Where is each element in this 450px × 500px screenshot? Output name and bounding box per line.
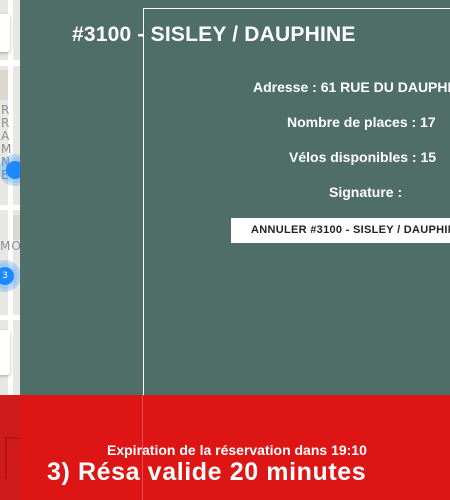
map-strip-overlay (0, 395, 20, 500)
map-zoom-control[interactable] (0, 330, 10, 375)
map-block (13, 215, 20, 240)
cluster-marker-count: 3 (0, 267, 14, 285)
map-road (0, 315, 20, 320)
signature-label: Signature : (329, 184, 403, 200)
cluster-marker-core (6, 161, 20, 179)
tutorial-caption: 3) Résa valide 20 minutes (47, 458, 367, 486)
station-title: #3100 - SISLEY / DAUPHINE (72, 23, 356, 46)
map-marker-overlay (5, 437, 19, 479)
cancel-reservation-button[interactable]: ANNULER #3100 - SISLEY / DAUPHINE (231, 218, 450, 243)
station-address: Adresse : 61 RUE DU DAUPHINE (253, 79, 450, 95)
map-zoom-control[interactable] (0, 14, 10, 52)
reservation-expiration-text: Expiration de la réservation dans 19:10 (107, 442, 367, 458)
map-block (0, 70, 8, 100)
map-district-label: MO (0, 239, 20, 253)
station-bikes-available: Vélos disponibles : 15 (289, 149, 437, 165)
reservation-banner: Expiration de la réservation dans 19:10 … (0, 395, 450, 500)
map-view[interactable]: R R A M N E MO 3 (0, 0, 20, 395)
map-road (0, 205, 20, 210)
station-places: Nombre de places : 17 (287, 114, 436, 130)
station-cluster-marker[interactable]: 3 (0, 263, 18, 289)
